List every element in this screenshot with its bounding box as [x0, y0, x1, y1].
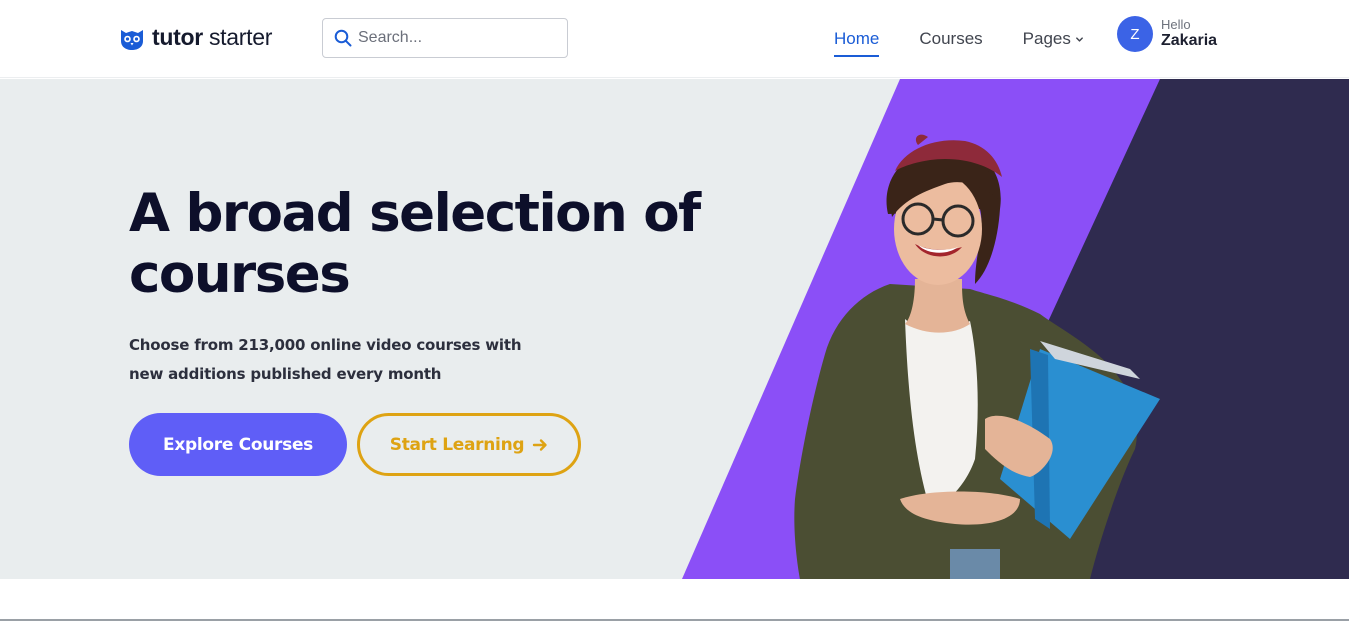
user-info: Hello Zakaria: [1161, 17, 1218, 50]
chevron-down-icon: [1075, 36, 1083, 42]
user-menu[interactable]: Z Hello Zakaria: [1117, 16, 1217, 52]
start-learning-button[interactable]: Start Learning: [357, 413, 581, 476]
owl-logo-icon: [121, 29, 143, 50]
user-name: Zakaria: [1161, 32, 1218, 50]
start-learning-label: Start Learning: [389, 434, 525, 455]
search-box[interactable]: [322, 18, 568, 58]
hero-subtitle: Choose from 213,000 online video courses…: [129, 336, 522, 383]
search-input[interactable]: [358, 29, 548, 47]
avatar[interactable]: Z: [1117, 16, 1153, 52]
user-greeting: Hello: [1161, 17, 1191, 33]
site-header: tutor starter Home Courses Pages Z Hello…: [0, 0, 1349, 78]
hero-section: A broad selection of courses Choose from…: [0, 79, 1349, 579]
explore-courses-button[interactable]: Explore Courses: [129, 413, 347, 476]
student-image: [794, 134, 1160, 579]
site-logo[interactable]: tutor starter: [119, 24, 272, 51]
search-icon: [334, 29, 352, 47]
logo-text: tutor starter: [152, 24, 273, 50]
nav-pages[interactable]: Pages: [1023, 29, 1084, 49]
nav-courses[interactable]: Courses: [919, 29, 982, 49]
arrow-right-icon: [533, 438, 547, 451]
main-nav: Home Courses Pages: [834, 29, 1084, 57]
hero-title: A broad selection of courses: [129, 183, 701, 305]
nav-home[interactable]: Home: [834, 29, 880, 57]
nav-pages-label: Pages: [1022, 29, 1071, 48]
